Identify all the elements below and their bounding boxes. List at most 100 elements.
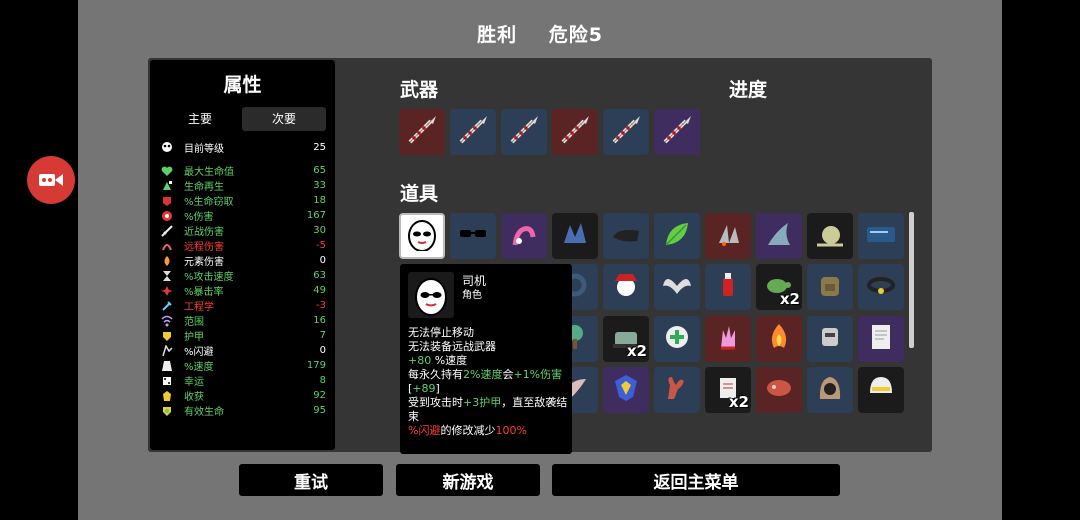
melee-icon: [160, 224, 174, 237]
stat-label: 元素伤害: [184, 257, 224, 268]
item-slot[interactable]: [858, 316, 904, 362]
item-slot[interactable]: [807, 213, 853, 259]
item-slot[interactable]: [654, 316, 700, 362]
stat-row[interactable]: %闪避 0: [160, 343, 326, 358]
stat-row[interactable]: 生命再生 33: [160, 178, 326, 193]
stat-label: 护甲: [184, 332, 204, 343]
sunglasses-icon: [456, 217, 490, 255]
weapon-slot[interactable]: [603, 109, 649, 155]
letterbox-right: [1002, 0, 1080, 520]
stat-value: 95: [313, 405, 326, 416]
item-slot[interactable]: [705, 316, 751, 362]
stat-row[interactable]: 收获 92: [160, 388, 326, 403]
item-slot[interactable]: [603, 213, 649, 259]
item-count: x2: [626, 342, 647, 360]
item-slot[interactable]: [807, 264, 853, 310]
stat-value: 92: [313, 390, 326, 401]
item-slot[interactable]: [756, 316, 802, 362]
item-slot[interactable]: [858, 213, 904, 259]
weapon-slot[interactable]: [654, 109, 700, 155]
item-slot[interactable]: [654, 213, 700, 259]
stat-row[interactable]: %攻击速度 63: [160, 268, 326, 283]
item-slot[interactable]: [552, 213, 598, 259]
level-label: 目前等级: [184, 143, 224, 155]
tooltip-line: 无法装备远战武器: [408, 340, 496, 353]
item-slot[interactable]: [756, 213, 802, 259]
weapon-slot[interactable]: [399, 109, 445, 155]
stat-label: %伤害: [184, 212, 214, 223]
video-camera-icon: [39, 174, 63, 186]
item-count: x2: [779, 290, 800, 308]
level-value: 25: [313, 141, 326, 153]
spear-icon: [660, 113, 694, 151]
item-slot[interactable]: x2: [603, 316, 649, 362]
stat-value: 65: [313, 165, 326, 176]
stat-label: %速度: [184, 362, 214, 373]
tooltip-description: 无法停止移动 无法装备远战武器 +80 %速度 每永久持有2%速度会+1%伤害 …: [408, 326, 568, 438]
screen-record-button[interactable]: [27, 156, 75, 204]
tab-primary[interactable]: 主要: [158, 107, 242, 131]
egg-face-icon: [405, 217, 439, 255]
stat-row[interactable]: 幸运 8: [160, 373, 326, 388]
spear-icon: [507, 113, 541, 151]
stat-label: 生命再生: [184, 182, 224, 193]
wrench-icon: [160, 299, 174, 312]
stat-row[interactable]: %暴击率 49: [160, 283, 326, 298]
stat-label: 幸运: [184, 377, 204, 388]
weapon-slot[interactable]: [501, 109, 547, 155]
claw-hand-icon: [711, 320, 745, 358]
item-slot[interactable]: [858, 264, 904, 310]
stat-value: 63: [313, 270, 326, 281]
blue-card-icon: [864, 217, 898, 255]
stat-value: -3: [316, 300, 326, 311]
stat-value: 33: [313, 180, 326, 191]
item-slot[interactable]: x2: [705, 367, 751, 413]
item-slot[interactable]: [807, 316, 853, 362]
item-slot[interactable]: [705, 264, 751, 310]
stats-tabs: 主要 次要: [158, 107, 326, 131]
harvest-icon: [160, 389, 174, 402]
snail-icon: [813, 217, 847, 255]
item-slot[interactable]: x2: [756, 264, 802, 310]
item-slot[interactable]: [603, 367, 649, 413]
stat-row[interactable]: %生命窃取 18: [160, 193, 326, 208]
item-slot[interactable]: [399, 213, 445, 259]
stat-row[interactable]: 护甲 7: [160, 328, 326, 343]
items-scrollbar[interactable]: [909, 212, 914, 348]
stat-row[interactable]: 工程学 -3: [160, 298, 326, 313]
stat-row[interactable]: 范围 16: [160, 313, 326, 328]
stat-value: 179: [306, 360, 326, 371]
stat-row[interactable]: %伤害 167: [160, 208, 326, 223]
stat-row[interactable]: 远程伤害 -5: [160, 238, 326, 253]
stat-row[interactable]: 有效生命 95: [160, 403, 326, 418]
weapon-slot[interactable]: [552, 109, 598, 155]
helmet-icon: [864, 371, 898, 409]
main-menu-button[interactable]: 返回主菜单: [552, 464, 840, 496]
item-slot[interactable]: [654, 264, 700, 310]
item-slot[interactable]: [858, 367, 904, 413]
stat-label: 近战伤害: [184, 227, 224, 238]
item-slot[interactable]: [501, 213, 547, 259]
ranged-icon: [160, 239, 174, 252]
retry-button[interactable]: 重试: [239, 464, 383, 496]
weapons-heading: 武器: [400, 79, 439, 101]
hourglass-icon: [160, 269, 174, 282]
item-slot[interactable]: [654, 367, 700, 413]
fire-icon: [762, 320, 796, 358]
weapon-slot[interactable]: [450, 109, 496, 155]
stat-row[interactable]: 近战伤害 30: [160, 223, 326, 238]
leaf-icon: [660, 217, 694, 255]
tab-secondary[interactable]: 次要: [242, 107, 326, 131]
item-slot[interactable]: [756, 367, 802, 413]
stat-row[interactable]: 最大生命值 65: [160, 163, 326, 178]
stat-row[interactable]: %速度 179: [160, 358, 326, 373]
item-slot[interactable]: [807, 367, 853, 413]
stat-value: 49: [313, 285, 326, 296]
spear-icon: [558, 113, 592, 151]
item-slot[interactable]: [603, 264, 649, 310]
item-slot[interactable]: [450, 213, 496, 259]
stat-row[interactable]: 元素伤害 0: [160, 253, 326, 268]
backpack-icon: [813, 268, 847, 306]
item-slot[interactable]: [705, 213, 751, 259]
new-game-button[interactable]: 新游戏: [396, 464, 540, 496]
